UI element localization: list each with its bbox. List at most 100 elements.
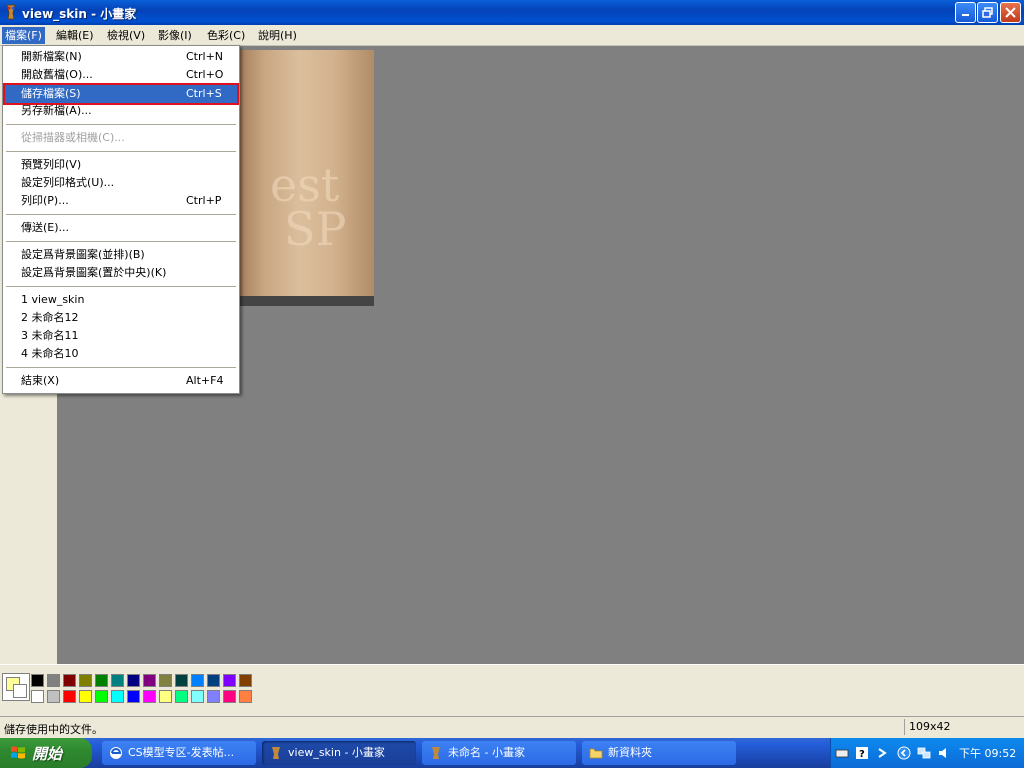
color-swatch[interactable] (143, 674, 156, 687)
menu-help[interactable]: 說明(H) (255, 27, 300, 44)
menu-colors[interactable]: 色彩(C) (204, 27, 248, 44)
color-swatch[interactable] (127, 690, 140, 703)
volume-icon[interactable] (937, 746, 951, 760)
menu-item-open[interactable]: 開啟舊檔(O)... Ctrl+O (5, 66, 237, 84)
task-label: 新資料夾 (608, 746, 652, 759)
color-swatch[interactable] (175, 674, 188, 687)
restore-icon (982, 7, 993, 18)
menu-item-label: 開新檔案(N) (21, 50, 82, 63)
menu-file[interactable]: 檔案(F) (2, 27, 45, 44)
menu-item-label: 傳送(E)... (21, 221, 70, 234)
menu-item-scanner: 從掃描器或相機(C)... (5, 129, 237, 147)
menu-separator (6, 214, 236, 215)
menu-item-label: 4 未命名10 (21, 347, 79, 360)
menu-separator (6, 241, 236, 242)
image-bottom-strip (240, 296, 374, 306)
menu-item-shortcut: Ctrl+S (186, 87, 222, 100)
color-swatch[interactable] (63, 674, 76, 687)
menu-item-shortcut: Ctrl+P (186, 194, 222, 207)
color-swatch[interactable] (223, 674, 236, 687)
color-swatch[interactable] (111, 674, 124, 687)
network-icon[interactable] (917, 746, 931, 760)
menu-item-send[interactable]: 傳送(E)... (5, 219, 237, 237)
menu-item-save[interactable]: 儲存檔案(S) Ctrl+S (3, 83, 239, 105)
menu-item-set-bg-tile[interactable]: 設定爲背景圖案(並排)(B) (5, 246, 237, 264)
color-swatch[interactable] (143, 690, 156, 703)
folder-icon (589, 748, 603, 759)
menu-item-set-bg-center[interactable]: 設定爲背景圖案(置於中央)(K) (5, 264, 237, 282)
menu-item-label: 預覽列印(V) (21, 158, 82, 171)
restore-button[interactable] (977, 2, 998, 23)
windows-logo-icon (11, 746, 25, 759)
file-menu-dropdown: 開新檔案(N) Ctrl+N 開啟舊檔(O)... Ctrl+O 儲存檔案(S) Ct… (2, 45, 240, 394)
clock[interactable]: 下午 09:52 (959, 745, 1016, 761)
color-swatch[interactable] (31, 674, 44, 687)
color-swatch[interactable] (191, 674, 204, 687)
window-title: view_skin - 小畫家 (22, 7, 137, 21)
color-swatch[interactable] (111, 690, 124, 703)
menu-item-label: 1 view_skin (21, 293, 85, 306)
color-swatch[interactable] (207, 674, 220, 687)
color-swatch[interactable] (159, 674, 172, 687)
start-label: 開始 (32, 745, 63, 763)
menu-view[interactable]: 檢視(V) (104, 27, 148, 44)
current-colors[interactable] (2, 673, 30, 701)
color-swatch[interactable] (207, 690, 220, 703)
menu-item-label: 儲存檔案(S) (21, 87, 81, 100)
menu-item-recent-4[interactable]: 4 未命名10 (5, 345, 237, 363)
task-new-folder[interactable]: 新資料夾 (582, 741, 736, 765)
paint-app-icon (432, 747, 440, 759)
task-view-skin[interactable]: view_skin - 小畫家 (262, 741, 416, 765)
menu-image[interactable]: 影像(I) (155, 27, 195, 44)
close-button[interactable] (1000, 2, 1021, 23)
menu-item-print[interactable]: 列印(P)... Ctrl+P (5, 192, 237, 210)
help-icon[interactable]: ? (855, 746, 869, 760)
menu-separator (6, 367, 236, 368)
color-swatch[interactable] (63, 690, 76, 703)
system-tray: ? 下午 09:52 (830, 738, 1024, 768)
image-size-readout: 109x42 (904, 719, 1024, 735)
image-canvas[interactable]: est SP (240, 50, 374, 306)
color-swatch[interactable] (239, 674, 252, 687)
keyboard-icon[interactable] (835, 746, 849, 760)
color-swatch[interactable] (79, 690, 92, 703)
menu-item-label: 3 未命名11 (21, 329, 79, 342)
color-swatch[interactable] (79, 674, 92, 687)
color-swatch[interactable] (239, 690, 252, 703)
menu-item-label: 另存新檔(A)... (21, 104, 92, 117)
menu-item-label: 設定列印格式(U)... (21, 176, 115, 189)
menu-item-page-setup[interactable]: 設定列印格式(U)... (5, 174, 237, 192)
color-swatch[interactable] (95, 674, 108, 687)
tray-arrow-icon[interactable] (875, 746, 889, 760)
color-swatch[interactable] (31, 690, 44, 703)
color-swatch[interactable] (159, 690, 172, 703)
back-arrow-icon[interactable] (897, 746, 911, 760)
color-swatch[interactable] (175, 690, 188, 703)
menu-item-label: 設定爲背景圖案(並排)(B) (21, 248, 145, 261)
color-swatch[interactable] (95, 690, 108, 703)
menu-item-shortcut: Ctrl+O (186, 68, 224, 81)
start-button[interactable]: 開始 (0, 738, 92, 768)
color-swatch[interactable] (47, 674, 60, 687)
menu-item-label: 結束(X) (21, 374, 60, 387)
menu-item-recent-2[interactable]: 2 未命名12 (5, 309, 237, 327)
title-bar[interactable]: view_skin - 小畫家 (0, 0, 1024, 25)
task-untitled[interactable]: 未命名 - 小畫家 (422, 741, 576, 765)
menu-item-new[interactable]: 開新檔案(N) Ctrl+N (5, 48, 237, 66)
task-forum[interactable]: CS模型专区-发表帖... (102, 741, 256, 765)
menu-item-recent-3[interactable]: 3 未命名11 (5, 327, 237, 345)
menu-item-shortcut: Alt+F4 (186, 374, 224, 387)
color-swatch[interactable] (47, 690, 60, 703)
svg-text:?: ? (859, 749, 865, 760)
menu-item-save-as[interactable]: 另存新檔(A)... (5, 102, 237, 120)
menu-item-recent-1[interactable]: 1 view_skin (5, 291, 237, 309)
minimize-button[interactable] (955, 2, 976, 23)
menu-item-print-preview[interactable]: 預覽列印(V) (5, 156, 237, 174)
background-color (13, 684, 27, 698)
menu-item-exit[interactable]: 結束(X) Alt+F4 (5, 372, 237, 390)
color-swatch[interactable] (223, 690, 236, 703)
color-swatch[interactable] (191, 690, 204, 703)
task-label: CS模型专区-发表帖... (128, 746, 235, 759)
menu-edit[interactable]: 編輯(E) (53, 27, 97, 44)
color-swatch[interactable] (127, 674, 140, 687)
